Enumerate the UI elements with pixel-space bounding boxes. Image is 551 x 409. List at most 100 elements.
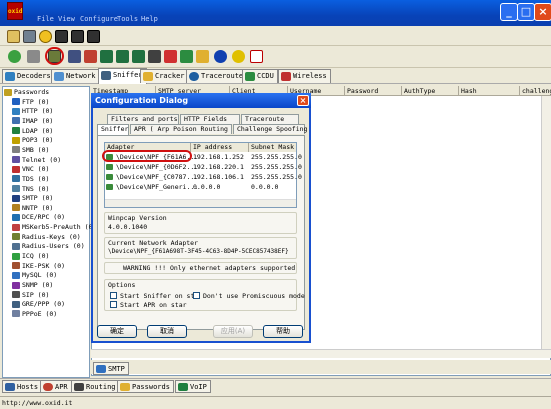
col-ip-address[interactable]: IP address — [191, 143, 249, 152]
menu-help[interactable]: Help — [141, 15, 158, 23]
adapter-list-scrollbar[interactable] — [105, 199, 296, 207]
dns-icon[interactable] — [71, 30, 84, 43]
tree-item[interactable]: SMB (0) — [12, 146, 49, 155]
tab-ccdu[interactable]: CCDU — [242, 69, 278, 83]
tree-item[interactable]: DCE/RPC (0) — [12, 213, 65, 222]
close-button[interactable]: × — [534, 3, 551, 21]
no-promiscuous-checkbox[interactable] — [193, 292, 200, 299]
dialog-close-button[interactable]: × — [297, 95, 309, 106]
about-icon[interactable] — [250, 50, 263, 63]
ok-button[interactable]: 确定 — [97, 325, 137, 338]
col-authtype[interactable]: AuthType — [402, 86, 459, 96]
tree-item[interactable]: VNC (0) — [12, 165, 49, 174]
start-apr-label: Start APR on star — [120, 301, 187, 309]
tab-hosts[interactable]: Hosts — [2, 380, 43, 393]
col-challenge[interactable]: challeng — [520, 86, 551, 96]
tree-item[interactable]: MySQL (0) — [12, 271, 57, 280]
options-label: Options — [108, 281, 136, 289]
adapter-row[interactable]: \Device\NPF_{0D6F2... 192.168.220.1 255.25… — [106, 163, 302, 172]
col-hash[interactable]: Hash — [459, 86, 520, 96]
info-icon[interactable] — [214, 50, 227, 63]
tree-item[interactable]: TNS (0) — [12, 185, 49, 194]
tab-network[interactable]: Network — [51, 69, 100, 83]
tree-item[interactable]: PPPoE (0) — [12, 310, 57, 319]
lsa-icon[interactable] — [100, 50, 113, 63]
tree-item[interactable]: SMTP (0) — [12, 194, 53, 203]
help-button[interactable]: 帮助 — [263, 325, 303, 338]
tree-item[interactable]: Telnet (0) — [12, 156, 61, 165]
tree-item[interactable]: ICQ (0) — [12, 252, 49, 261]
menu-file[interactable]: File — [37, 15, 54, 23]
menu-tools[interactable]: Tools — [117, 15, 138, 23]
minimize-button[interactable]: _ — [500, 3, 518, 21]
tree-item[interactable]: MSKerb5-PreAuth (0) — [12, 223, 96, 232]
grid-vertical-scrollbar[interactable] — [541, 96, 551, 349]
tree-item[interactable]: Passwords — [4, 88, 49, 97]
tab-routing[interactable]: Routing — [71, 380, 120, 393]
tree-item[interactable]: GRE/PPP (0) — [12, 300, 65, 309]
help-icon[interactable] — [232, 50, 245, 63]
cisco-icon[interactable] — [132, 50, 145, 63]
tree-item[interactable]: SIP (0) — [12, 291, 49, 300]
tree-item[interactable]: TDS (0) — [12, 175, 49, 184]
tree-item[interactable]: IKE-PSK (0) — [12, 262, 65, 271]
dtab-challenge-spoofing[interactable]: Challenge Spoofing — [233, 124, 307, 134]
adapter-mask: 0.0.0.0 — [251, 183, 279, 191]
router-icon[interactable] — [148, 50, 161, 63]
save-icon[interactable] — [23, 30, 36, 43]
wins-icon[interactable] — [87, 30, 100, 43]
adapter-ip: 192.168.1.252 — [193, 153, 244, 161]
start-sniffer-icon[interactable] — [68, 50, 81, 63]
tab-wireless[interactable]: Wireless — [278, 69, 331, 83]
ccdu-icon[interactable] — [180, 50, 193, 63]
col-subnet-mask[interactable]: Subnet Mask — [249, 143, 296, 152]
menu-view[interactable]: View — [58, 15, 75, 23]
tree-item[interactable]: FTP (0) — [12, 98, 49, 107]
tab-voip[interactable]: VoIP — [175, 380, 211, 393]
open-folder-icon[interactable] — [7, 30, 20, 43]
maximize-button[interactable]: □ — [517, 3, 535, 21]
start-sniffer-checkbox[interactable] — [110, 292, 117, 299]
tree-item[interactable]: POP3 (0) — [12, 136, 53, 145]
bssid-icon[interactable] — [55, 30, 68, 43]
cracker-icon — [143, 72, 153, 81]
app-logo-icon[interactable]: oxid — [7, 2, 23, 20]
start-sniffer-label: Start Sniffer on st — [120, 292, 195, 300]
delete-icon[interactable] — [27, 50, 40, 63]
tree-item-label: FTP (0) — [22, 97, 50, 106]
add-icon[interactable] — [8, 50, 21, 63]
tab-decoders[interactable]: Decoders — [2, 69, 55, 83]
dtab-filters-ports[interactable]: Filters and ports — [107, 114, 179, 124]
adapter-row[interactable]: \Device\NPF_Generi... 0.0.0.0 0.0.0.0 — [106, 183, 296, 192]
tree-item[interactable]: Radius-Users (0) — [12, 242, 85, 251]
dtab-traceroute[interactable]: Traceroute — [241, 114, 299, 124]
col-password[interactable]: Password — [345, 86, 402, 96]
cancel-button[interactable]: 取消 — [147, 325, 187, 338]
hazard-icon[interactable] — [39, 30, 52, 43]
hashes-icon[interactable] — [116, 50, 129, 63]
tree-item[interactable]: HTTP (0) — [12, 107, 53, 116]
adapter-ip: 192.168.106.1 — [193, 173, 244, 181]
tree-item[interactable]: Radius-Keys (0) — [12, 233, 81, 242]
dtab-http-fields[interactable]: HTTP Fields — [180, 114, 240, 124]
grid-horizontal-scrollbar[interactable] — [91, 349, 551, 358]
menu-configure[interactable]: Configure — [80, 15, 118, 23]
tab-traceroute[interactable]: Traceroute — [186, 69, 248, 83]
tree-item[interactable]: LDAP (0) — [12, 127, 53, 136]
traceroute-icon[interactable] — [164, 50, 177, 63]
current-adapter-value: \Device\NPF_{F61A698T-3F45-4C63-8D4P-5CE… — [108, 248, 289, 255]
tab-passwords[interactable]: Passwords — [117, 380, 174, 393]
adapter-row[interactable]: \Device\NPF_{C0787... 192.168.106.1 255.25… — [106, 173, 302, 182]
apply-button[interactable]: 应用(A) — [213, 325, 253, 338]
tree-item[interactable]: SNMP (0) — [12, 281, 53, 290]
start-apr-checkbox[interactable] — [110, 301, 117, 308]
tree-item[interactable]: NNTP (0) — [12, 204, 53, 213]
tab-cracker[interactable]: Cracker — [140, 69, 189, 83]
tab-apr[interactable]: APR — [40, 380, 72, 393]
wireless-icon[interactable] — [196, 50, 209, 63]
hosts-icon — [5, 383, 15, 391]
start-apr-icon[interactable] — [84, 50, 97, 63]
tree-item[interactable]: IMAP (0) — [12, 117, 53, 126]
subtab-smtp[interactable]: SMTP — [93, 362, 129, 375]
dtab-apr[interactable]: APR ( Arp Poison Routing ) — [130, 124, 236, 134]
